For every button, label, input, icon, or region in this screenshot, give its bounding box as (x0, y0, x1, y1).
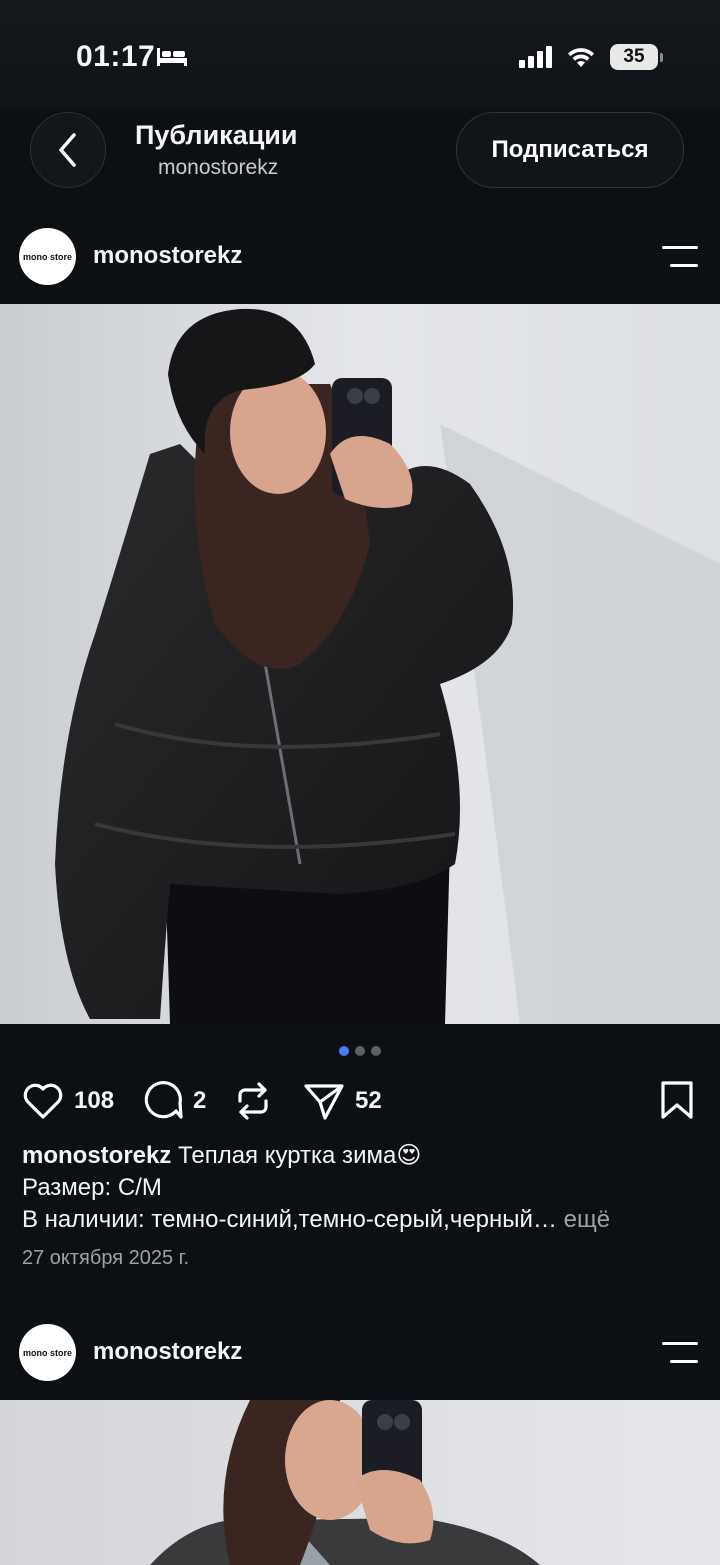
post-header: mono store monostorekz (0, 208, 720, 304)
post-username[interactable]: monostorekz (93, 242, 242, 270)
caption-line: monostorekz Теплая куртка зима😍 (22, 1140, 702, 1172)
back-button[interactable] (30, 112, 106, 188)
carousel-dot (339, 1046, 349, 1056)
share-count: 52 (355, 1087, 382, 1114)
follow-button[interactable]: Подписаться (456, 112, 684, 188)
caption-text: Теплая куртка зима😍 (178, 1142, 422, 1169)
battery-indicator: 35 (610, 44, 663, 70)
post-date: 27 октября 2025 г. (22, 1247, 190, 1269)
post-username[interactable]: monostorekz (93, 1338, 242, 1366)
bed-icon (157, 48, 187, 66)
comment-bubble-icon (144, 1081, 183, 1119)
comment-count: 2 (193, 1087, 207, 1114)
post-header: mono store monostorekz (0, 1304, 720, 1400)
more-link[interactable]: ещё (564, 1206, 610, 1233)
post-caption: monostorekz Теплая куртка зима😍 Размер: … (22, 1140, 702, 1236)
avatar[interactable]: mono store (19, 1324, 76, 1381)
status-time: 01:17 (76, 40, 156, 73)
status-indicators: 35 (519, 44, 663, 70)
chevron-left-icon (59, 133, 76, 167)
cellular-signal-icon (519, 46, 552, 68)
caption-size: Размер: С/М (22, 1174, 162, 1201)
heart-icon (23, 1083, 63, 1119)
menu-lines-icon[interactable] (662, 1340, 698, 1366)
carousel-dot (371, 1046, 381, 1056)
like-button[interactable]: 108 (22, 1076, 114, 1126)
page-subtitle: monostorekz (158, 156, 279, 179)
like-count: 108 (74, 1087, 115, 1114)
bookmark-icon (661, 1081, 693, 1119)
wifi-icon (568, 48, 594, 67)
comment-button[interactable]: 2 (143, 1076, 206, 1126)
status-bar: 01:17 35 (0, 0, 720, 110)
share-button[interactable]: 52 (303, 1076, 382, 1126)
repost-icon (238, 1082, 268, 1120)
post-actions: 108 2 52 (0, 1076, 720, 1126)
post-photo[interactable] (0, 1400, 720, 1565)
avatar[interactable]: mono store (19, 228, 76, 285)
caption-availability: В наличии: темно-синий,темно-серый,черны… (22, 1204, 702, 1236)
paper-plane-icon (304, 1084, 344, 1120)
caption-availability-text: В наличии: темно-синий,темно-серый,черны… (22, 1206, 557, 1233)
menu-lines-icon[interactable] (662, 244, 698, 270)
caption-username[interactable]: monostorekz (22, 1142, 171, 1169)
carousel-dot (355, 1046, 365, 1056)
page-header: Публикации monostorekz Подписаться (0, 100, 720, 205)
repost-button[interactable] (234, 1076, 272, 1126)
carousel-indicator (0, 1046, 720, 1056)
post-photo[interactable] (0, 304, 720, 1024)
save-button[interactable] (660, 1080, 694, 1125)
page-title: Публикации (135, 120, 298, 150)
